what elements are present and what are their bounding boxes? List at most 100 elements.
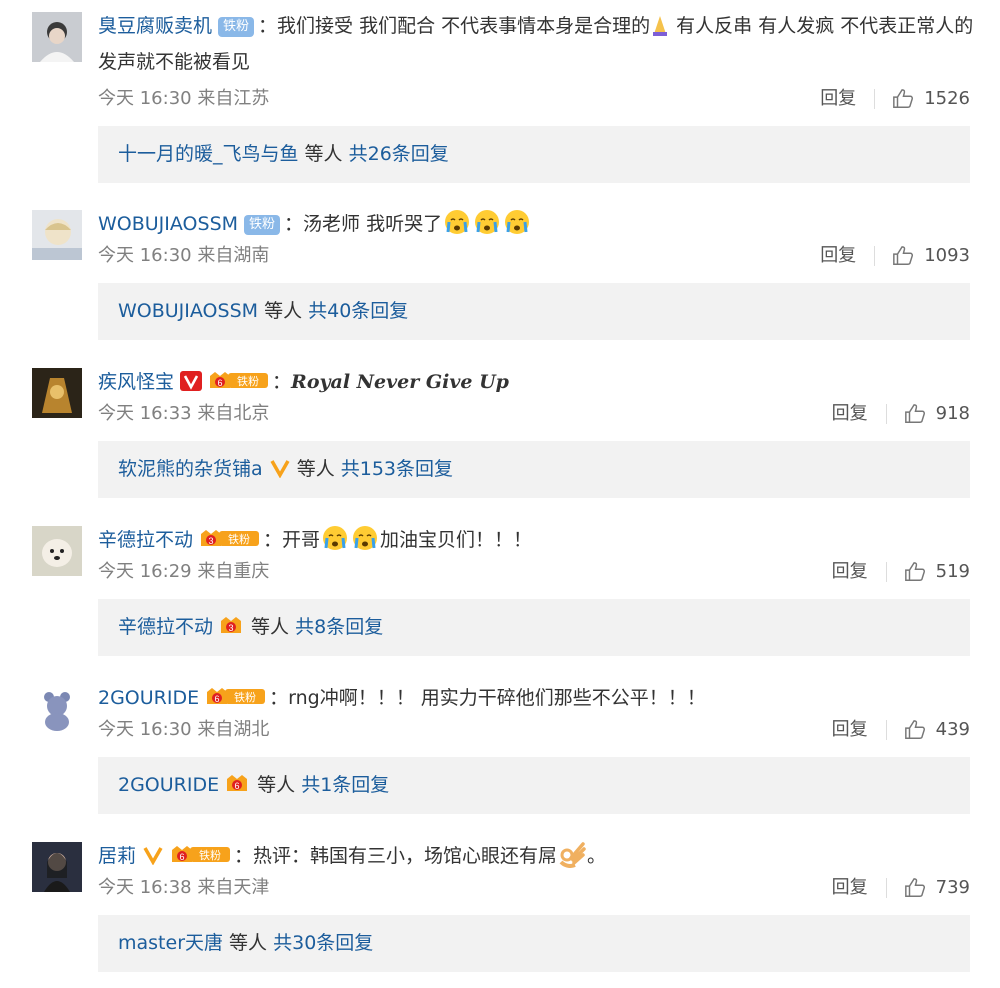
like-button[interactable]: 519 [904, 560, 970, 584]
fan-level-badge-icon[interactable]: 3 铁粉 [199, 528, 261, 548]
crying-emoji-icon [502, 208, 532, 236]
comment-body: WOBUJIAOSSM 铁粉 ：汤老师 我听哭了 [98, 206, 978, 242]
reply-summary[interactable]: 软泥熊的杂货铺a 等人 共153条回复 [98, 441, 970, 498]
reply-mid-text: 等人 [251, 774, 302, 796]
like-count: 918 [935, 403, 970, 424]
fan-level-badge-icon[interactable]: 6 铁粉 [170, 844, 232, 864]
comment-meta: 今天 16:38 来自天津 [98, 876, 269, 900]
comment-time: 今天 16:29 [98, 561, 192, 582]
comment-meta: 今天 16:30 来自湖南 [98, 244, 269, 268]
divider [885, 562, 887, 582]
comment-actions: 回复 918 [832, 402, 970, 426]
like-count: 1093 [924, 245, 970, 266]
crying-emoji-icon [320, 524, 350, 552]
comment-actions: 回复 439 [832, 718, 970, 742]
red-v-icon[interactable] [180, 371, 203, 391]
reply-button[interactable]: 回复 [832, 718, 868, 742]
crying-emoji-icon [442, 208, 472, 236]
comment-time: 今天 16:30 [98, 245, 192, 266]
reply-mid-text: 等人 [290, 458, 341, 480]
thumbs-up-icon [904, 562, 925, 581]
thumbs-up-icon [893, 246, 914, 265]
reply-button[interactable]: 回复 [832, 402, 868, 426]
gold-v-icon[interactable] [269, 458, 291, 478]
svg-text:6: 6 [235, 781, 240, 791]
username[interactable]: 辛德拉不动 [98, 529, 193, 551]
gold-v-icon[interactable] [142, 845, 164, 865]
comment-meta: 今天 16:33 来自北京 [98, 402, 269, 426]
comment-body: 疾风怪宝 6 铁粉 ：Royal Never Give Up [98, 364, 978, 400]
comment-item: 疾风怪宝 6 铁粉 ：Royal Never Give Up 今天 16:33 来自北… [0, 356, 1000, 514]
comment-actions: 回复 739 [832, 876, 970, 900]
like-button[interactable]: 918 [904, 402, 970, 426]
svg-text:6: 6 [215, 694, 220, 704]
comment-meta: 今天 16:29 来自重庆 [98, 560, 269, 584]
like-button[interactable]: 739 [904, 876, 970, 900]
avatar[interactable] [32, 12, 82, 62]
reply-count-link[interactable]: 共40条回复 [308, 300, 408, 322]
reply-count-link[interactable]: 共8条回复 [295, 616, 383, 638]
reply-summary[interactable]: 2GOURIDE 6 等人 共1条回复 [98, 757, 970, 814]
reply-summary[interactable]: master天唐 等人 共30条回复 [98, 915, 970, 972]
avatar[interactable] [32, 210, 82, 260]
comment-body: 臭豆腐贩卖机 铁粉 ：我们接受 我们配合 不代表事情本身是合理的 有人反串 有人发疯… [98, 8, 978, 80]
username[interactable]: WOBUJIAOSSM [98, 213, 238, 235]
fan-level-badge-icon[interactable]: 6 铁粉 [208, 370, 270, 390]
svg-text:铁粉: 铁粉 [237, 375, 259, 388]
like-button[interactable]: 439 [904, 718, 970, 742]
avatar[interactable] [32, 684, 82, 734]
comment-meta: 今天 16:30 来自湖北 [98, 718, 269, 742]
reply-button[interactable]: 回复 [820, 244, 856, 268]
comment-location: 来自湖北 [197, 719, 270, 740]
like-button[interactable]: 1093 [892, 244, 970, 268]
comment-location: 来自北京 [197, 403, 270, 424]
reply-count-link[interactable]: 共30条回复 [273, 932, 373, 954]
svg-text:3: 3 [229, 623, 234, 633]
reply-button[interactable]: 回复 [820, 87, 856, 111]
reply-count-link[interactable]: 共153条回复 [341, 458, 453, 480]
comment-time: 今天 16:30 [98, 719, 192, 740]
crying-emoji-icon [472, 208, 502, 236]
reply-users[interactable]: 软泥熊的杂货铺a [118, 458, 263, 480]
username[interactable]: 居莉 [98, 845, 136, 867]
username[interactable]: 2GOURIDE [98, 687, 199, 709]
reply-users[interactable]: 十一月的暖_飞鸟与鱼 [118, 143, 299, 165]
like-count: 739 [935, 877, 970, 898]
avatar[interactable] [32, 368, 82, 418]
reply-users[interactable]: 2GOURIDE [118, 774, 219, 796]
username[interactable]: 疾风怪宝 [98, 371, 174, 393]
comment-body: 居莉 6 铁粉 ：热评：韩国有三小，场馆心眼还有屌 。 [98, 838, 978, 874]
comment-actions: 回复 1093 [820, 244, 970, 268]
thumbs-up-icon [893, 89, 914, 108]
like-button[interactable]: 1526 [892, 87, 970, 111]
reply-users[interactable]: master天唐 [118, 932, 223, 954]
fan-level-badge-icon[interactable]: 3 [219, 615, 243, 635]
reply-users[interactable]: WOBUJIAOSSM [118, 300, 258, 322]
reply-count-link[interactable]: 共1条回复 [301, 774, 389, 796]
fan-badge[interactable]: 铁粉 [244, 215, 281, 235]
avatar[interactable] [32, 842, 82, 892]
fan-badge[interactable]: 铁粉 [218, 17, 255, 37]
comment-body: 2GOURIDE 6 铁粉 ：rng冲啊！！！ 用实力干碎他们那些不公平！！！ [98, 680, 978, 716]
reply-mid-text: 等人 [298, 143, 349, 165]
reply-summary[interactable]: 辛德拉不动 3 等人 共8条回复 [98, 599, 970, 656]
reply-button[interactable]: 回复 [832, 560, 868, 584]
reply-summary[interactable]: WOBUJIAOSSM 等人 共40条回复 [98, 283, 970, 340]
username[interactable]: 臭豆腐贩卖机 [98, 15, 212, 37]
reply-button[interactable]: 回复 [832, 876, 868, 900]
reply-mid-text: 等人 [223, 932, 274, 954]
fan-level-badge-icon[interactable]: 6 [225, 773, 249, 793]
avatar[interactable] [32, 526, 82, 576]
thumbs-up-icon [904, 720, 925, 739]
fan-level-badge-icon[interactable]: 6 铁粉 [205, 686, 267, 706]
svg-text:3: 3 [209, 536, 214, 546]
like-count: 1526 [924, 88, 970, 109]
reply-count-link[interactable]: 共26条回复 [349, 143, 449, 165]
comment-meta: 今天 16:30 来自江苏 [98, 87, 269, 111]
reply-mid-text: 等人 [258, 300, 309, 322]
divider [885, 720, 887, 740]
reply-users[interactable]: 辛德拉不动 [118, 616, 213, 638]
thumbs-up-icon [904, 878, 925, 897]
reply-summary[interactable]: 十一月的暖_飞鸟与鱼 等人 共26条回复 [98, 126, 970, 183]
comment-location: 来自江苏 [197, 88, 270, 109]
